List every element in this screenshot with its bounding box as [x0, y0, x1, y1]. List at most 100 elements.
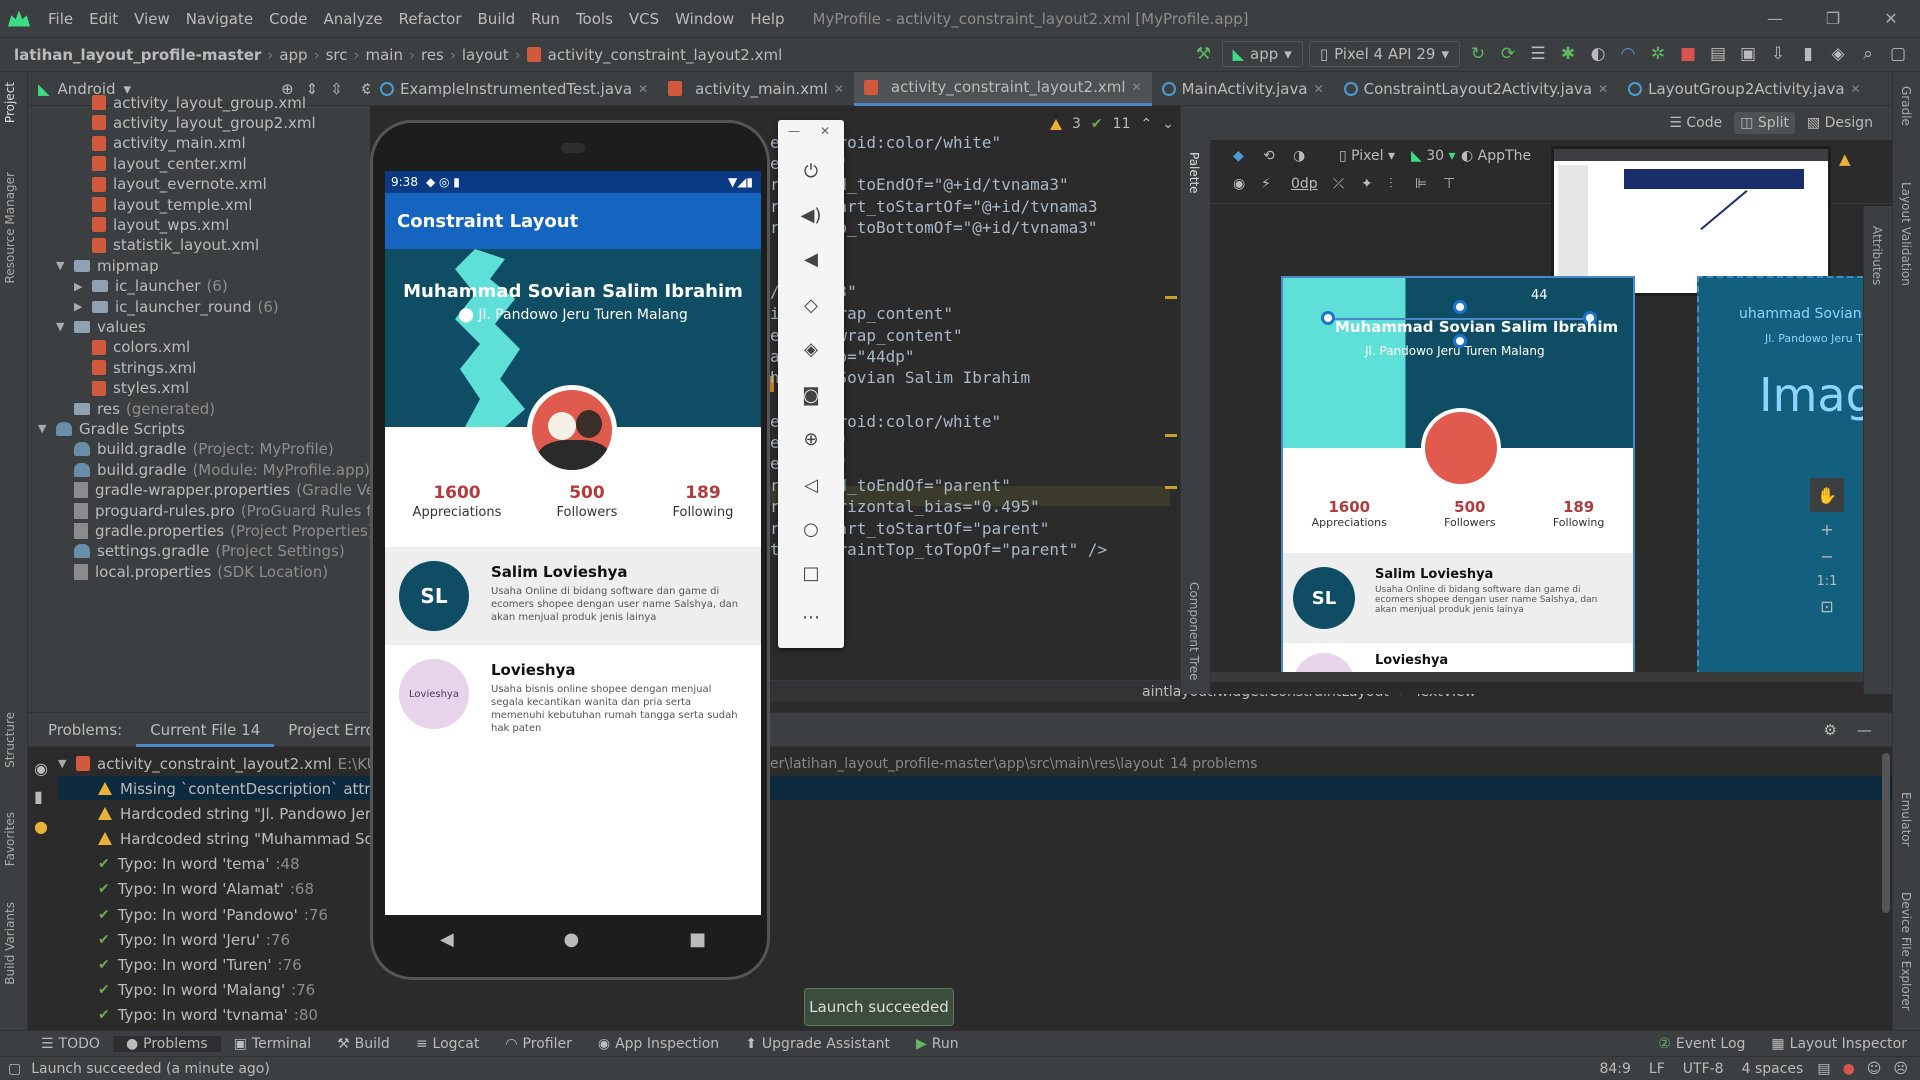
status-icon[interactable]: ▢ — [8, 1061, 21, 1077]
inspection-widget[interactable]: 3 ✔ 11 ⌃ ⌄ — [1050, 116, 1174, 132]
indent-setting[interactable]: 4 spaces — [1742, 1061, 1804, 1077]
close-tab-icon[interactable]: ✕ — [1132, 80, 1142, 94]
design-preview[interactable]: 44 Muhammad Sovian Salim Ibrahim Jl. Pan… — [1281, 276, 1635, 676]
menu-edit[interactable]: Edit — [81, 10, 126, 28]
tool-problems[interactable]: ● Problems — [112, 1035, 221, 1052]
resource-manager-tool-tab[interactable]: Resource Manager — [3, 172, 17, 283]
collapse-all-icon[interactable]: ⇳ — [330, 80, 343, 98]
tool-event-log[interactable]: ② Event Log — [1645, 1036, 1758, 1052]
chevron-down-icon[interactable]: ▼ — [38, 422, 56, 435]
window-thumbnail[interactable] — [1551, 146, 1831, 296]
emulator-tool-tab[interactable]: Emulator — [1899, 792, 1913, 847]
sdk-manager-icon[interactable]: ⇩ — [1766, 42, 1790, 66]
tab-constraintlayout2activity-java[interactable]: ConstraintLayout2Activity.java ✕ — [1334, 72, 1619, 106]
home-icon[interactable]: ● — [564, 929, 580, 950]
zoom-in-icon[interactable]: + — [1820, 520, 1833, 539]
menu-window[interactable]: Window — [667, 10, 742, 28]
menu-run[interactable]: Run — [523, 10, 568, 28]
apply-code-changes-icon[interactable]: ⟳ — [1496, 42, 1520, 66]
back-icon[interactable]: ◀ — [440, 929, 454, 950]
menu-code[interactable]: Code — [261, 10, 315, 28]
menu-build[interactable]: Build — [470, 10, 524, 28]
autoconnect-icon[interactable]: ⚡ — [1261, 176, 1271, 192]
account-icon[interactable]: ▢ — [1886, 42, 1910, 66]
problem-item[interactable]: ✔ Typo: In word 'Malang':76 — [98, 978, 315, 1003]
design-mode-button[interactable]: ▧ Design — [1807, 115, 1873, 131]
project-tool-tab[interactable]: Project — [3, 82, 17, 123]
device-file-explorer-tool-tab[interactable]: Device File Explorer — [1899, 892, 1913, 1011]
api-selector[interactable]: ◣ 30 ▾ — [1411, 148, 1456, 164]
device-manager-icon[interactable]: ▮ — [1796, 42, 1820, 66]
zoom-actual-button[interactable]: 1:1 — [1817, 574, 1838, 589]
minimize-icon[interactable]: — — [1746, 0, 1804, 38]
tool-terminal[interactable]: ▣ Terminal — [221, 1036, 324, 1052]
build-hammer-icon[interactable]: ⚒ — [1192, 42, 1216, 66]
business-card[interactable]: Lovieshya Lovieshya Usaha bisnis online … — [385, 645, 761, 743]
baseline-icon[interactable]: ⊤ — [1443, 176, 1455, 192]
problem-item[interactable]: ✔ Typo: In word 'Jeru':76 — [98, 927, 290, 952]
menu-help[interactable]: Help — [742, 10, 792, 28]
stop-icon[interactable]: ■ — [1676, 42, 1700, 66]
debug-icon[interactable]: ✱ — [1556, 42, 1580, 66]
status-message[interactable]: Launch succeeded (a minute ago) — [31, 1061, 270, 1077]
theme-selector[interactable]: ◐ AppThe — [1461, 148, 1531, 164]
rotate-left-icon[interactable]: ◇ — [798, 292, 824, 318]
layers-icon[interactable]: ◆ — [1233, 148, 1244, 164]
tool-layout-inspector[interactable]: ▦ Layout Inspector — [1758, 1036, 1920, 1052]
hide-icon[interactable]: — — [1857, 721, 1872, 739]
view-options-icon[interactable]: ◉ — [1233, 176, 1245, 192]
problem-item[interactable]: Hardcoded string "Muhammad Soviar — [98, 826, 402, 851]
emulator-screen[interactable]: 9:38 ◆ ◎ ▮ ▼◢▮ Constraint Layout Muhamma… — [385, 171, 761, 915]
blueprint-preview[interactable]: uhammad Sovian Jl. Pandowo Jeru T Imag — [1697, 276, 1875, 676]
menu-analyze[interactable]: Analyze — [315, 10, 390, 28]
breadcrumb-item[interactable]: layout — [462, 46, 509, 64]
constraint-handle[interactable] — [1453, 300, 1467, 314]
caret-position[interactable]: 84:9 — [1599, 1061, 1630, 1077]
close-tab-icon[interactable]: ✕ — [1314, 82, 1324, 96]
error-icon[interactable]: ● — [1843, 1061, 1855, 1077]
close-tab-icon[interactable]: ✕ — [834, 82, 844, 96]
infer-constraints-icon[interactable]: ✦ — [1361, 176, 1373, 192]
power-icon[interactable]: ⏻ — [798, 158, 824, 184]
profiler-icon[interactable]: ◠ — [1616, 42, 1640, 66]
breadcrumb-item[interactable]: app — [279, 46, 307, 64]
night-mode-icon[interactable]: ◑ — [1293, 148, 1305, 164]
run-list-icon[interactable]: ☰ — [1526, 42, 1550, 66]
tool-run[interactable]: ▶ Run — [903, 1036, 972, 1052]
tool-todo[interactable]: ☰ TODO — [28, 1036, 113, 1052]
bulb-icon[interactable]: ● — [34, 817, 48, 836]
tab-mainactivity-java[interactable]: MainActivity.java ✕ — [1152, 72, 1334, 106]
menu-navigate[interactable]: Navigate — [178, 10, 261, 28]
warning-icon[interactable]: ▲ — [1839, 150, 1851, 168]
assistant-icon[interactable]: ◈ — [1826, 42, 1850, 66]
tab-exampleinstrumentedtest-java[interactable]: ExampleInstrumentedTest.java ✕ — [370, 72, 658, 106]
palette-tab[interactable]: Palette — [1187, 152, 1201, 194]
breadcrumb-item[interactable]: latihan_layout_profile-master — [14, 46, 261, 64]
chevron-right-icon[interactable]: ▶ — [74, 280, 92, 293]
device-selector[interactable]: ▯ Pixel ▾ — [1339, 148, 1395, 164]
component-tree-tab[interactable]: Component Tree — [1187, 582, 1201, 680]
breadcrumb-item[interactable]: activity_constraint_layout2.xml — [548, 46, 783, 64]
eye-icon[interactable]: ◉ — [34, 759, 48, 778]
chevron-right-icon[interactable]: ▶ — [74, 300, 92, 313]
menu-tools[interactable]: Tools — [568, 10, 621, 28]
line-separator[interactable]: LF — [1649, 1061, 1665, 1077]
menu-refactor[interactable]: Refactor — [391, 10, 470, 28]
problem-file-row[interactable]: ▼ activity_constraint_layout2.xml E:\KUL… — [58, 751, 412, 776]
guidelines-icon[interactable]: ⫶ — [1389, 176, 1393, 192]
default-margin[interactable]: 0dp — [1291, 176, 1318, 192]
chevron-down-icon[interactable]: ▼ — [56, 320, 74, 333]
apply-changes-icon[interactable]: ↻ — [1466, 42, 1490, 66]
align-icon[interactable]: ⊫ — [1415, 176, 1427, 192]
tree-item[interactable]: local.properties (SDK Location) — [56, 559, 328, 584]
gradle-tool-tab[interactable]: Gradle — [1899, 86, 1913, 126]
volume-down-icon[interactable]: ◀ — [798, 246, 824, 272]
menu-file[interactable]: File — [40, 10, 81, 28]
home-icon[interactable]: ○ — [798, 516, 824, 542]
constraint-handle[interactable] — [1321, 311, 1335, 325]
problem-item[interactable]: Hardcoded string "Jl. Pandowo Jeru Tu — [98, 801, 402, 826]
breadcrumb-item[interactable]: res — [421, 46, 444, 64]
minimize-icon[interactable]: — — [788, 124, 800, 138]
breadcrumb-item[interactable]: src — [326, 46, 348, 64]
more-icon[interactable]: ⋯ — [798, 604, 824, 630]
